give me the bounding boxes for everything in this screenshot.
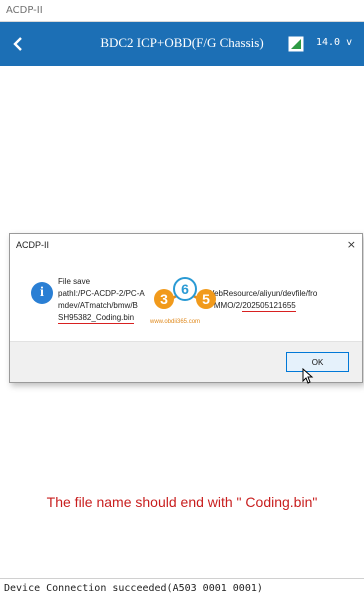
mouse-cursor-icon [302,368,314,384]
svg-text:6: 6 [181,281,189,297]
filename-prefix-underlined: SH95382_ [58,313,96,324]
window-titlebar: ACDP-II [0,0,364,22]
voltage-readout: 14.0 v [316,37,353,48]
status-bar: Device Connection succeeded(A503 0001 00… [0,578,364,600]
annotation-caption: The file name should end with " Coding.b… [46,494,318,510]
message-path-line-3: SH95382_Coding.bin [58,312,358,324]
battery-icon [288,36,304,52]
watermark-logo: 3 6 5 [154,277,216,309]
dialog-titlebar: ACDP-II [10,234,362,256]
info-icon: i [31,282,53,304]
status-text: Device Connection succeeded(A503 0001 00… [4,583,263,594]
watermark-url: www.obdii365.com [150,319,201,325]
app-header: BDC2 ICP+OBD(F/G Chassis) 14.0 v [0,22,364,66]
window-title: ACDP-II [6,5,43,16]
chevron-left-icon [13,37,22,51]
close-icon[interactable]: × [347,238,356,251]
back-button[interactable] [6,32,30,56]
page-title: BDC2 ICP+OBD(F/G Chassis) [100,35,264,50]
svg-text:5: 5 [202,291,210,307]
dialog-title: ACDP-II [16,240,50,250]
svg-text:3: 3 [160,291,168,307]
filename-coding-underlined: Coding.bin [95,313,135,324]
ok-button[interactable]: OK [286,352,349,372]
timestamp-underlined: 202505121655 [242,301,296,312]
